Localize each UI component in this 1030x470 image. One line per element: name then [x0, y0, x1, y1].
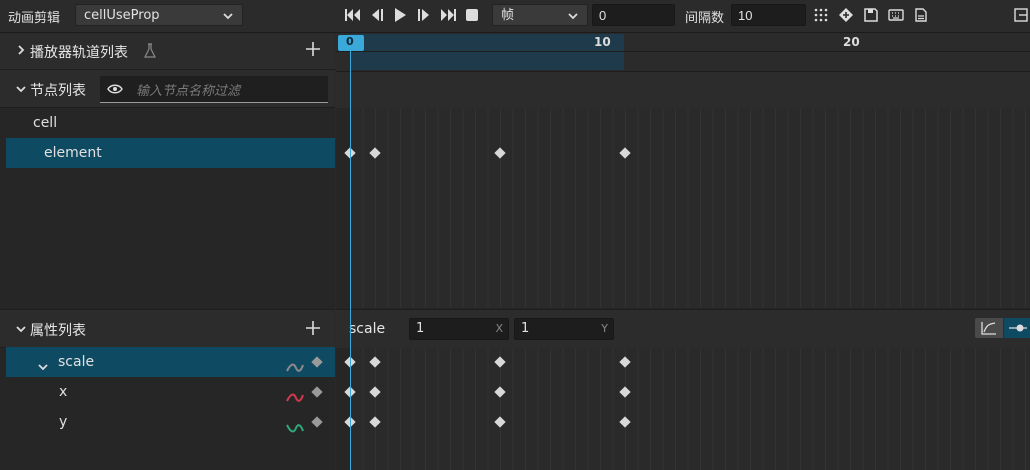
curve-icon[interactable]: [286, 415, 304, 445]
clip-label: 动画剪辑: [8, 11, 61, 26]
property-item-label: x: [59, 384, 68, 400]
frame-input[interactable]: [592, 4, 675, 26]
chevron-down-icon[interactable]: [14, 322, 28, 336]
node-keyframe-layer: [336, 108, 1030, 308]
keyboard-icon[interactable]: [887, 6, 905, 24]
add-property-button[interactable]: [303, 318, 323, 338]
chevron-right-icon[interactable]: [14, 43, 28, 57]
property-list-title: 属性列表: [30, 323, 86, 339]
scale-y-value: 1: [521, 321, 530, 336]
property-keyframe-diamond[interactable]: [494, 356, 506, 368]
curve-view-button[interactable]: [975, 318, 1003, 338]
node-item-label: cell: [33, 115, 58, 131]
node-list-header: 节点列表 输入节点名称过滤: [0, 70, 335, 108]
property-keyframe-diamond[interactable]: [619, 386, 631, 398]
prev-frame-icon[interactable]: [368, 6, 386, 24]
timeline-ruler[interactable]: 0 10 20: [336, 33, 1030, 72]
property-keyframe-diamond[interactable]: [369, 386, 381, 398]
clip-select[interactable]: cellUseProp: [75, 4, 243, 26]
property-editor-bar: scale 1 X 1 Y: [336, 309, 1030, 348]
scale-x-input[interactable]: 1 X: [409, 318, 509, 340]
node-item-element[interactable]: element: [6, 138, 335, 168]
chevron-down-icon: [222, 5, 234, 35]
property-list-header: 属性列表: [0, 309, 335, 348]
node-item-label: element: [44, 145, 102, 161]
play-icon[interactable]: [391, 6, 409, 24]
keyframe-toggle-icon[interactable]: [311, 416, 323, 428]
node-item-cell[interactable]: cell: [0, 108, 335, 138]
property-item-x[interactable]: x: [6, 377, 335, 407]
clip-select-value: cellUseProp: [84, 8, 160, 23]
add-keyframe-icon[interactable]: [837, 6, 855, 24]
node-filter-placeholder: 输入节点名称过滤: [136, 84, 241, 99]
toolbar: 动画剪辑 cellUseProp 帧 间隔数: [0, 0, 1030, 33]
ruler-tick-label: 20: [843, 35, 860, 49]
node-keyframe-diamond[interactable]: [369, 147, 381, 159]
visible-range-highlight: [350, 34, 624, 70]
scale-x-value: 1: [416, 321, 425, 336]
player-tracks-title: 播放器轨道列表: [30, 45, 128, 61]
node-filter-field[interactable]: 输入节点名称过滤: [100, 76, 328, 103]
document-icon[interactable]: [912, 6, 930, 24]
interval-input[interactable]: [731, 4, 806, 26]
unit-select-value: 帧: [501, 8, 515, 23]
keyframe-line-icon: [1008, 321, 1028, 339]
playhead-line[interactable]: [350, 51, 351, 470]
property-keyframe-diamond[interactable]: [494, 416, 506, 428]
keyframe-toggle-icon[interactable]: [311, 386, 323, 398]
axis-y-label: Y: [601, 322, 608, 335]
save-icon[interactable]: [862, 6, 880, 24]
ruler-tick-label: 0: [346, 35, 354, 48]
property-keyframe-diamond[interactable]: [369, 416, 381, 428]
property-item-label: y: [59, 414, 68, 430]
interval-label: 间隔数: [685, 11, 725, 26]
node-keyframe-diamond[interactable]: [494, 147, 506, 159]
last-frame-icon[interactable]: [439, 6, 457, 24]
ruler-divider: [336, 51, 1030, 52]
stop-icon[interactable]: [463, 6, 481, 24]
chevron-down-icon: [567, 5, 579, 35]
property-keyframe-diamond[interactable]: [619, 356, 631, 368]
scale-y-input[interactable]: 1 Y: [514, 318, 614, 340]
axis-x-label: X: [495, 322, 503, 335]
timeline-panel: 0 10 20 scale 1 X 1 Y: [336, 33, 1030, 470]
player-tracks-header[interactable]: 播放器轨道列表: [0, 33, 335, 70]
curve-chart-icon: [981, 321, 997, 339]
property-item-y[interactable]: y: [6, 407, 335, 437]
node-track-header-band: [336, 72, 1030, 108]
add-track-button[interactable]: [303, 39, 323, 59]
exit-panel-icon[interactable]: [1012, 6, 1030, 24]
node-list-title: 节点列表: [30, 83, 86, 99]
property-keyframe-diamond[interactable]: [369, 356, 381, 368]
chevron-down-icon[interactable]: [14, 82, 28, 96]
keyframe-toggle-icon[interactable]: [311, 356, 323, 368]
keyframe-view-button[interactable]: [1004, 318, 1030, 338]
eye-icon[interactable]: [107, 82, 123, 100]
ruler-tick-label: 10: [594, 35, 611, 49]
first-frame-icon[interactable]: [344, 6, 362, 24]
property-keyframe-diamond[interactable]: [619, 416, 631, 428]
unit-select[interactable]: 帧: [492, 4, 588, 26]
property-editor-name: scale: [349, 321, 386, 337]
grid-icon[interactable]: [812, 6, 830, 24]
left-panel: 播放器轨道列表 节点列表 输入节点名称过滤 cell element 属性列表: [0, 33, 335, 470]
property-keyframe-diamond[interactable]: [494, 386, 506, 398]
flask-icon: [143, 43, 157, 63]
property-keyframe-layer: [336, 348, 1030, 470]
property-item-label: scale: [58, 354, 95, 370]
property-item-scale[interactable]: scale: [6, 347, 335, 377]
next-frame-icon[interactable]: [415, 6, 433, 24]
node-keyframe-diamond[interactable]: [619, 147, 631, 159]
